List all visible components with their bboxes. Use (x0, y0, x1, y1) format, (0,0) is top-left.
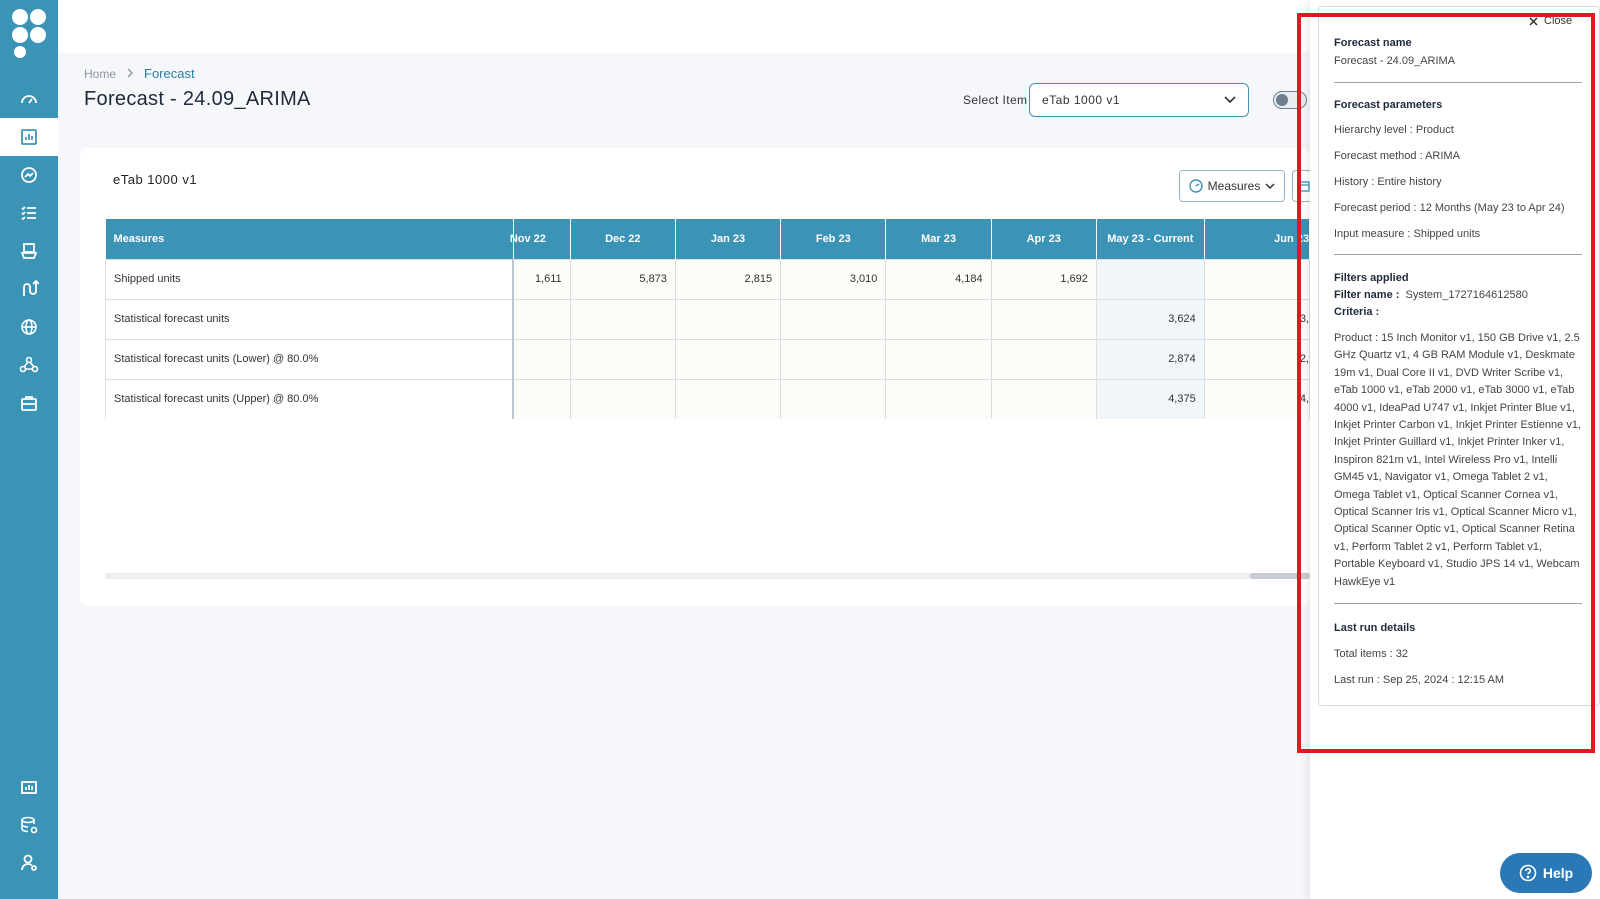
table-cell[interactable] (569, 338, 676, 380)
table-cell[interactable] (885, 298, 992, 340)
nav-reports[interactable] (0, 768, 58, 806)
table-cell[interactable]: 3,010 (780, 258, 887, 300)
table-cell[interactable] (780, 298, 887, 340)
table-cell[interactable] (569, 298, 676, 340)
table-cell[interactable]: 4,375 (1095, 378, 1205, 419)
route-icon (23, 279, 39, 296)
table-cell[interactable] (512, 298, 571, 340)
top-bar (58, 0, 1310, 53)
chevron-right-icon (126, 67, 134, 81)
trend-circle-icon (21, 167, 37, 183)
table-cell[interactable] (674, 298, 782, 340)
column-header[interactable]: Jan 23 (675, 219, 782, 259)
column-header[interactable]: Apr 23 (991, 219, 1097, 259)
table-header-row: Measures Nov 22 Dec 22 Jan 23 Feb 23 Mar… (105, 219, 1310, 259)
table-cell[interactable] (990, 298, 1097, 340)
gauge-icon (1188, 179, 1203, 193)
database-settings-icon (21, 816, 38, 834)
app-logo[interactable] (9, 6, 49, 62)
dashboard-gauge-icon (21, 95, 37, 104)
table-row: Statistical forecast units (Upper) @ 80.… (105, 378, 1310, 419)
table-cell[interactable] (512, 378, 571, 419)
help-label: Help (1542, 865, 1574, 881)
item-select-dropdown[interactable]: eTab 1000 v1 (1029, 83, 1249, 117)
table-row: Shipped units 1,611 5,873 2,815 3,010 4,… (105, 258, 1310, 300)
item-select-value: eTab 1000 v1 (1042, 93, 1121, 107)
nav-network[interactable] (0, 308, 58, 346)
column-header[interactable]: Nov 22 (510, 219, 571, 259)
help-question-icon (1519, 864, 1537, 882)
network-globe-icon (21, 319, 37, 335)
task-list-icon (21, 206, 36, 221)
measures-button-label: Measures (1207, 179, 1261, 193)
table-cell[interactable]: 3, (1203, 298, 1310, 340)
table-cell[interactable]: 4,184 (885, 258, 992, 300)
nav-dashboard[interactable] (0, 80, 58, 118)
select-item-label: Select Item (963, 93, 1028, 107)
row-label: Shipped units (105, 258, 515, 300)
card-title: eTab 1000 v1 (113, 172, 198, 187)
user-settings-icon (21, 854, 37, 871)
nav-tasks[interactable] (0, 194, 58, 232)
bar-chart-icon (21, 129, 37, 145)
table-cell[interactable] (674, 338, 782, 380)
nav-shipping[interactable] (0, 232, 58, 270)
workflow-icon (19, 356, 39, 373)
measures-button[interactable]: Measures (1179, 170, 1285, 202)
chevron-down-icon (1224, 93, 1236, 107)
highlight-annotation (1297, 13, 1595, 753)
nav-user[interactable] (0, 844, 58, 882)
table-cell[interactable]: 3,624 (1095, 298, 1205, 340)
table-cell[interactable]: 1,692 (990, 258, 1097, 300)
briefcase-icon (21, 396, 37, 411)
breadcrumb-home[interactable]: Home (84, 67, 116, 81)
row-label: Statistical forecast units (Lower) @ 80.… (105, 338, 515, 380)
table-cell[interactable] (569, 378, 676, 419)
table-cell[interactable]: 4, (1203, 378, 1310, 419)
table-cell[interactable] (885, 378, 992, 419)
column-header[interactable]: Mar 23 (885, 219, 992, 259)
nav-forecast[interactable] (0, 118, 58, 156)
reports-icon (21, 781, 37, 794)
table-cell[interactable] (1095, 258, 1205, 300)
help-button[interactable]: Help (1500, 853, 1592, 893)
forecast-table: Measures Nov 22 Dec 22 Jan 23 Feb 23 Mar… (105, 219, 1310, 419)
chevron-down-icon (1265, 182, 1275, 189)
nav-data-settings[interactable] (0, 806, 58, 844)
column-header[interactable]: May 23 - Current (1096, 219, 1205, 259)
table-cell[interactable] (1203, 258, 1310, 300)
table-cell[interactable] (990, 338, 1097, 380)
row-label: Statistical forecast units (105, 298, 515, 340)
row-label: Statistical forecast units (Upper) @ 80.… (105, 378, 515, 419)
column-header-measures[interactable]: Measures (105, 219, 514, 259)
table-cell[interactable] (780, 338, 887, 380)
column-header[interactable]: Jun 23 (1204, 219, 1310, 259)
shipping-icon (20, 243, 38, 259)
table-cell[interactable]: 5,873 (569, 258, 676, 300)
column-header[interactable]: Feb 23 (780, 219, 887, 259)
table-cell[interactable] (674, 378, 782, 419)
nav-workflow[interactable] (0, 346, 58, 384)
table-cell[interactable]: 1,611 (512, 258, 571, 300)
table-cell[interactable]: 2, (1203, 338, 1310, 380)
breadcrumb: Home Forecast (84, 66, 195, 81)
table-cell[interactable] (512, 338, 571, 380)
table-cell[interactable] (990, 378, 1097, 419)
table-row: Statistical forecast units (Lower) @ 80.… (105, 338, 1310, 380)
column-header[interactable]: Dec 22 (570, 219, 676, 259)
table-cell[interactable] (780, 378, 887, 419)
breadcrumb-current[interactable]: Forecast (144, 66, 195, 81)
nav-portfolio[interactable] (0, 384, 58, 422)
nav-route[interactable] (0, 270, 58, 308)
table-cell[interactable] (885, 338, 992, 380)
table-cell[interactable]: 2,815 (674, 258, 782, 300)
table-cell[interactable]: 2,874 (1095, 338, 1205, 380)
page-title: Forecast - 24.09_ARIMA (84, 88, 311, 110)
table-row: Statistical forecast units 3,624 3, (105, 298, 1310, 340)
horizontal-scrollbar[interactable] (105, 573, 1310, 579)
nav-trends[interactable] (0, 156, 58, 194)
